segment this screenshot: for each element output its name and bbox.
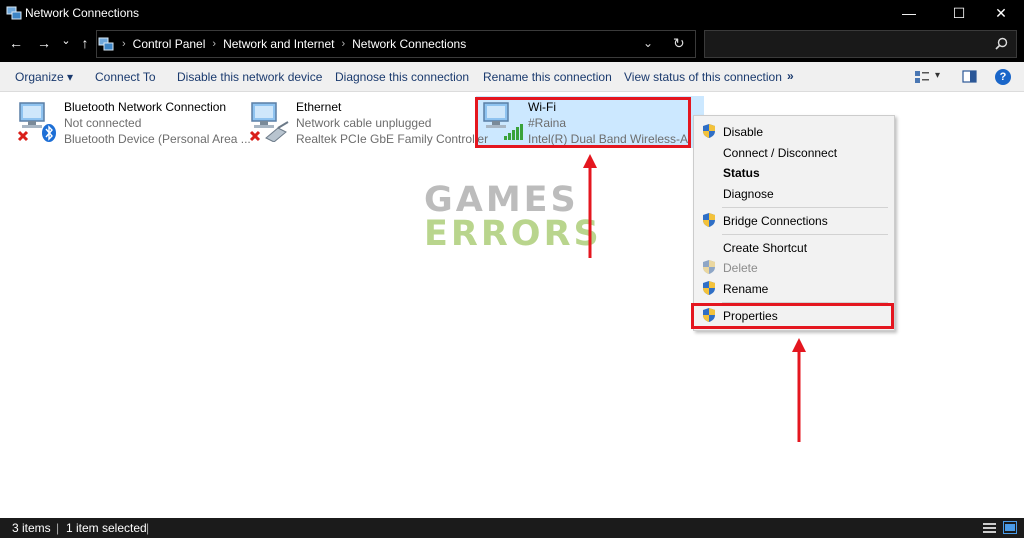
context-menu: Disable Connect / Disconnect Status Diag…: [693, 115, 895, 331]
menu-item-rename[interactable]: Rename: [694, 278, 894, 300]
preview-pane-icon[interactable]: [962, 70, 977, 83]
search-input[interactable]: [704, 30, 1017, 58]
disable-device-button[interactable]: Disable this network device: [177, 70, 322, 84]
search-icon[interactable]: [995, 37, 1008, 50]
connect-to-button[interactable]: Connect To: [95, 70, 156, 84]
breadcrumb-separator: ›: [341, 38, 346, 50]
status-divider: |: [146, 521, 150, 535]
organize-menu[interactable]: Organize ▾: [15, 70, 73, 84]
more-commands-button[interactable]: »: [787, 69, 794, 83]
chevron-down-icon: ▾: [935, 70, 941, 81]
up-arrow-icon: ↑: [81, 35, 89, 51]
help-button[interactable]: ?: [995, 69, 1011, 85]
menu-separator: [722, 207, 888, 208]
connection-item-bluetooth[interactable]: Bluetooth Network Connection Not connect…: [16, 96, 251, 150]
menu-item-label: Disable: [723, 125, 764, 139]
back-button[interactable]: ←: [8, 35, 24, 55]
breadcrumb-network-and-internet[interactable]: Network and Internet: [223, 37, 334, 51]
connection-status: Network cable unplugged: [296, 116, 432, 130]
title-bar: Network Connections — ☐ ✕: [0, 0, 1024, 26]
close-icon: ✕: [995, 4, 1007, 21]
view-options-dropdown[interactable]: ▾: [935, 70, 940, 81]
breadcrumb-separator: ›: [212, 38, 217, 50]
minimize-icon: —: [902, 5, 916, 21]
uac-shield-icon: [703, 260, 715, 274]
menu-item-label: Delete: [723, 261, 758, 275]
maximize-icon: ☐: [952, 4, 966, 21]
address-history-button[interactable]: ⌄: [643, 36, 653, 50]
connection-name: Ethernet: [296, 100, 342, 114]
tiles-view-icon[interactable]: [1003, 521, 1017, 534]
watermark-line-1: GAMES: [424, 180, 579, 220]
status-bar: 3 items | 1 item selected |: [0, 518, 1024, 538]
menu-item-status[interactable]: Status: [694, 162, 894, 184]
menu-item-delete: Delete: [694, 257, 894, 279]
annotation-arrow-up-icon: [792, 338, 806, 442]
forward-button[interactable]: →: [36, 35, 52, 55]
menu-item-label: Create Shortcut: [723, 241, 808, 255]
connection-device: Realtek PCIe GbE Family Controller: [296, 132, 489, 146]
breadcrumb: › Control Panel › Network and Internet ›…: [115, 37, 466, 51]
help-icon: ?: [999, 71, 1007, 83]
refresh-icon: ↻: [673, 35, 685, 51]
games-errors-watermark: GAMES ERRORS: [424, 180, 602, 254]
maximize-button[interactable]: ☐: [936, 0, 982, 26]
forward-arrow-icon: →: [37, 35, 51, 51]
uac-shield-icon: [703, 124, 715, 138]
refresh-button[interactable]: ↻: [673, 35, 685, 52]
back-arrow-icon: ←: [9, 35, 23, 51]
breadcrumb-control-panel[interactable]: Control Panel: [133, 37, 206, 51]
watermark-line-2: ERRORS: [424, 214, 602, 254]
status-items-count: 3 items: [12, 521, 51, 535]
menu-item-label: Rename: [723, 282, 769, 296]
wifi-highlight-box: [475, 97, 691, 148]
menu-item-diagnose[interactable]: Diagnose: [694, 183, 894, 205]
connection-name: Bluetooth Network Connection: [64, 100, 227, 114]
window-title: Network Connections: [25, 6, 140, 20]
menu-separator: [722, 234, 888, 235]
change-view-icon[interactable]: [914, 70, 930, 84]
uac-shield-icon: [703, 213, 715, 227]
breadcrumb-separator: ›: [122, 38, 126, 50]
details-view-icon[interactable]: [983, 522, 996, 534]
menu-item-bridge-connections[interactable]: Bridge Connections: [694, 210, 894, 232]
connection-status: Not connected: [64, 116, 142, 130]
status-selected-count: 1 item selected: [66, 521, 147, 535]
menu-item-connect-disconnect[interactable]: Connect / Disconnect: [694, 142, 894, 164]
connection-item-ethernet[interactable]: Ethernet Network cable unplugged Realtek…: [248, 96, 488, 150]
minimize-button[interactable]: —: [886, 0, 932, 26]
menu-item-disable[interactable]: Disable: [694, 121, 894, 143]
menu-item-label: Status: [723, 166, 760, 180]
status-divider: |: [56, 521, 60, 535]
menu-item-label: Connect / Disconnect: [723, 146, 838, 160]
annotation-arrow-up-icon: [583, 154, 597, 258]
recent-locations-button[interactable]: ⌄: [60, 34, 72, 54]
diagnose-button[interactable]: Diagnose this connection: [335, 70, 469, 84]
bluetooth-network-icon: [17, 102, 56, 142]
uac-shield-icon: [703, 281, 715, 295]
properties-highlight-box: [691, 303, 894, 329]
rename-button[interactable]: Rename this connection: [483, 70, 612, 84]
menu-item-label: Bridge Connections: [723, 214, 828, 228]
menu-item-create-shortcut[interactable]: Create Shortcut: [694, 237, 894, 259]
ethernet-network-icon: [249, 102, 289, 142]
chevron-down-icon: ⌄: [61, 35, 71, 47]
up-button[interactable]: ↑: [78, 35, 92, 55]
close-button[interactable]: ✕: [978, 0, 1024, 26]
breadcrumb-network-connections[interactable]: Network Connections: [352, 37, 466, 51]
menu-item-label: Diagnose: [723, 187, 774, 201]
network-connections-app-icon: [6, 6, 22, 20]
view-status-button[interactable]: View status of this connection: [624, 70, 782, 84]
network-folder-icon: [98, 37, 114, 51]
chevron-down-icon: ⌄: [643, 36, 654, 50]
connection-device: Bluetooth Device (Personal Area ...: [64, 132, 251, 146]
